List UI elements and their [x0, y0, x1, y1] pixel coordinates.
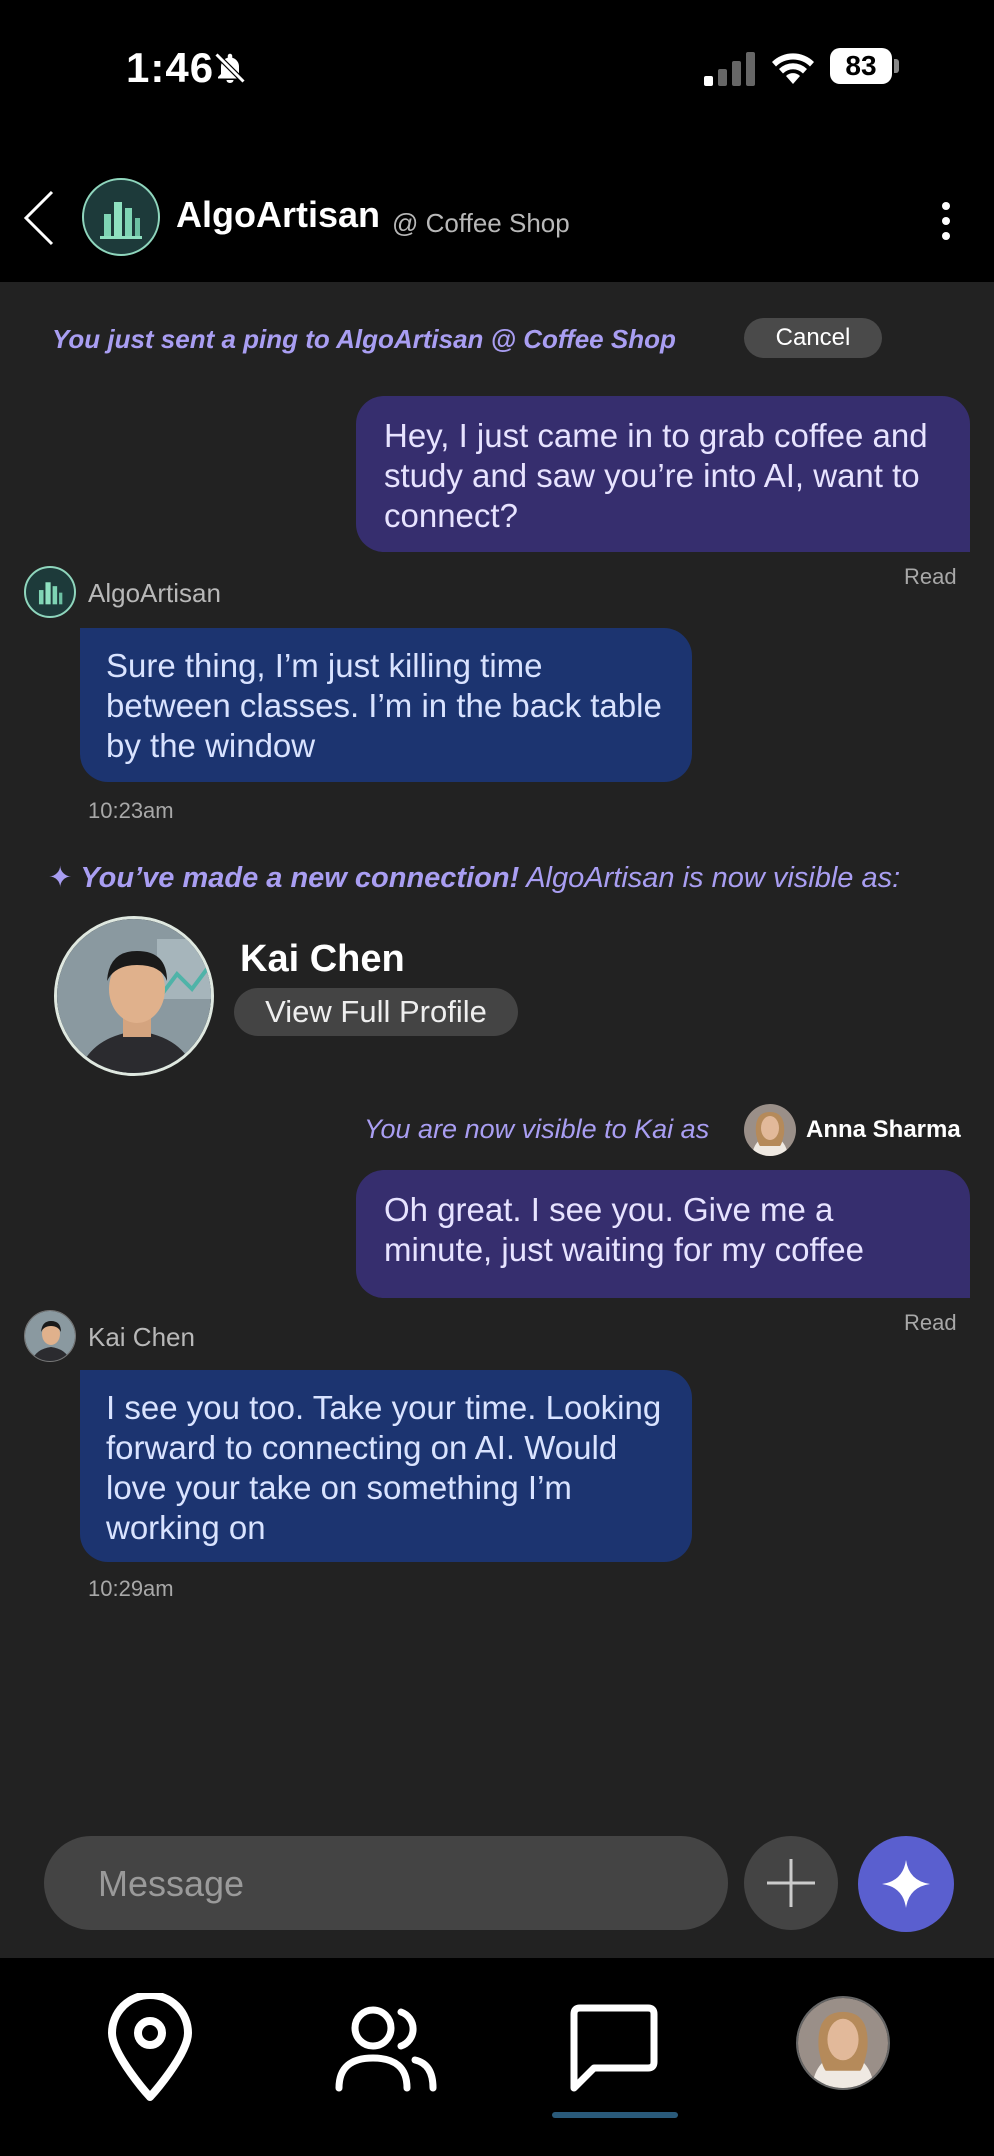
message-bubble-outgoing[interactable]: Oh great. I see you. Give me a minute, j… [356, 1170, 970, 1298]
message-timestamp: 10:23am [88, 798, 174, 823]
contact-location: @ Coffee Shop [392, 208, 570, 238]
status-bar: 1:46 83 [0, 0, 994, 140]
city-logo-icon [38, 582, 63, 605]
contact-avatar[interactable] [82, 178, 160, 256]
plus-icon [767, 1859, 815, 1907]
read-receipt: Read [904, 564, 957, 589]
dot [942, 202, 950, 210]
chat-bubble-icon [570, 2004, 658, 2092]
sender-name: Kai Chen [88, 1322, 195, 1352]
person-photo [25, 1311, 75, 1361]
dot [942, 232, 950, 240]
message-bubble-incoming[interactable]: Sure thing, I’m just killing time betwee… [80, 628, 692, 782]
message-bubble-incoming[interactable]: I see you too. Take your time. Looking f… [80, 1370, 692, 1562]
self-display-name: Anna Sharma [806, 1116, 961, 1143]
message-input[interactable] [96, 1836, 700, 1932]
connection-highlight: You’ve made a new connection! [80, 862, 520, 894]
sparkle-icon [882, 1860, 930, 1908]
sparkle-icon: ✦ [48, 862, 73, 894]
visibility-notice: You are now visible to Kai as [364, 1114, 710, 1144]
more-options-icon[interactable] [926, 190, 966, 250]
kai-profile-photo[interactable] [54, 916, 214, 1076]
add-attachment-button[interactable] [744, 1836, 838, 1930]
tab-messages[interactable] [554, 1988, 674, 2108]
wifi-icon [772, 53, 814, 84]
sender-name: AlgoArtisan [88, 578, 221, 608]
connection-name: Kai Chen [240, 938, 405, 980]
back-chevron-icon[interactable] [20, 188, 60, 248]
people-icon [335, 2006, 437, 2092]
dot [942, 217, 950, 225]
connection-notice: ✦ You’ve made a new connection! AlgoArti… [48, 860, 900, 895]
view-full-profile-button[interactable]: View Full Profile [234, 988, 518, 1036]
battery-level: 83 [830, 48, 892, 84]
sender-avatar[interactable] [24, 1310, 76, 1362]
tab-profile-avatar[interactable] [796, 1996, 890, 2090]
contact-name[interactable]: AlgoArtisan [176, 194, 380, 236]
connection-detail: AlgoArtisan is now visible as: [519, 862, 901, 894]
active-tab-indicator [552, 2112, 678, 2118]
city-logo-icon [100, 202, 142, 239]
self-avatar-small [744, 1104, 796, 1156]
chat-header: AlgoArtisan @ Coffee Shop [0, 140, 994, 282]
bell-off-icon [214, 52, 246, 84]
bottom-tab-bar [0, 1958, 994, 2156]
battery-cap [894, 59, 899, 73]
map-pin-icon [108, 1993, 192, 2101]
tab-people[interactable] [326, 1988, 446, 2108]
read-receipt: Read [904, 1310, 957, 1335]
cancel-ping-button[interactable]: Cancel [744, 318, 882, 358]
person-photo [57, 919, 211, 1073]
battery-indicator: 83 [830, 48, 900, 86]
person-photo [798, 1998, 888, 2088]
person-photo [744, 1104, 796, 1156]
tab-map[interactable] [90, 1988, 210, 2108]
sender-avatar[interactable] [24, 566, 76, 618]
signal-icon [704, 52, 755, 86]
message-composer [44, 1836, 728, 1932]
ping-notice: You just sent a ping to AlgoArtisan @ Co… [52, 324, 676, 354]
message-timestamp: 10:29am [88, 1576, 174, 1601]
message-bubble-outgoing[interactable]: Hey, I just came in to grab coffee and s… [356, 396, 970, 552]
status-time: 1:46 [126, 44, 215, 91]
ai-assist-button[interactable] [858, 1836, 954, 1932]
